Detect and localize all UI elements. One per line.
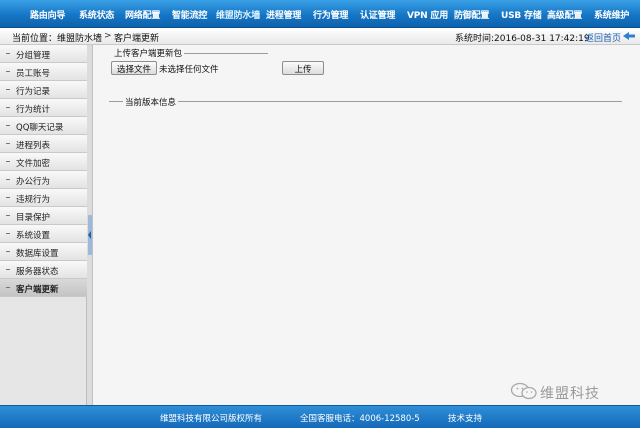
sidebar-item-database-settings[interactable]: 数据库设置 bbox=[0, 243, 87, 261]
dash-icon bbox=[6, 143, 10, 144]
sidebar-item-qq-chat-records[interactable]: QQ聊天记录 bbox=[0, 117, 87, 135]
sidebar-item-label: 违规行为 bbox=[16, 195, 51, 205]
breadcrumb-location: 当前位置：维盟防水墙 bbox=[12, 34, 103, 44]
footer-support-link[interactable]: 技术支持 bbox=[448, 412, 482, 424]
sidebar-item-label: 办公行为 bbox=[16, 177, 51, 187]
sidebar-item-employee-accounts[interactable]: 员工账号 bbox=[0, 63, 87, 81]
sidebar-item-system-settings[interactable]: 系统设置 bbox=[0, 225, 87, 243]
sidebar-item-server-status[interactable]: 服务器状态 bbox=[0, 261, 87, 279]
sidebar-item-behavior-stats[interactable]: 行为统计 bbox=[0, 99, 87, 117]
version-fieldset-line-right bbox=[192, 101, 622, 102]
dash-icon bbox=[6, 179, 10, 180]
breadcrumb-current: 客户端更新 bbox=[114, 34, 160, 44]
nav-item-system-maintenance[interactable]: 系统维护 bbox=[594, 8, 629, 21]
nav-item-smart-flow[interactable]: 智能流控 bbox=[172, 8, 207, 21]
sidebar-item-file-encryption[interactable]: 文件加密 bbox=[0, 153, 87, 171]
watermark-text: 维盟科技 bbox=[540, 386, 600, 402]
sidebar-item-label: 分组管理 bbox=[16, 51, 51, 61]
sidebar-item-behavior-records[interactable]: 行为记录 bbox=[0, 81, 87, 99]
sidebar-item-client-update[interactable]: 客户端更新 bbox=[0, 279, 87, 297]
sidebar-item-violations[interactable]: 违规行为 bbox=[0, 189, 87, 207]
sidebar-item-label: 系统设置 bbox=[16, 231, 51, 241]
nav-item-defense-config[interactable]: 防御配置 bbox=[454, 8, 489, 21]
nav-item-advanced-config[interactable]: 高级配置 bbox=[547, 8, 582, 21]
nav-item-auth-mgmt[interactable]: 认证管理 bbox=[360, 8, 395, 21]
dash-icon bbox=[6, 233, 10, 234]
nav-item-waterwall[interactable]: 维盟防水墙 bbox=[216, 8, 260, 21]
dash-icon bbox=[6, 269, 10, 270]
sidebar-item-label: 员工账号 bbox=[16, 69, 51, 79]
footer-copyright: 维盟科技有限公司版权所有 bbox=[160, 414, 263, 424]
dash-icon bbox=[6, 107, 10, 108]
dash-icon bbox=[6, 251, 10, 252]
home-link[interactable]: 返回首页 bbox=[585, 31, 621, 44]
sidebar-item-directory-protection[interactable]: 目录保护 bbox=[0, 207, 87, 225]
sidebar-item-label: 目录保护 bbox=[16, 213, 51, 223]
dash-icon bbox=[6, 89, 10, 90]
no-file-chosen-text: 未选择任何文件 bbox=[159, 65, 219, 75]
home-arrow-icon[interactable] bbox=[622, 31, 636, 41]
dash-icon bbox=[6, 125, 10, 126]
top-nav-bar: 路由向导 系统状态 网络配置 智能流控 维盟防水墙 进程管理 行为管理 认证管理… bbox=[0, 0, 640, 28]
sidebar-item-label: QQ聊天记录 bbox=[16, 123, 64, 133]
footer-bar: 维盟科技有限公司版权所有 全国客服电话：4006-12580-5 技术支持 bbox=[0, 405, 640, 428]
dash-icon bbox=[6, 53, 10, 54]
sidebar-item-label: 数据库设置 bbox=[16, 249, 59, 259]
system-time: 系统时间:2016-08-31 17:42:19 bbox=[455, 34, 590, 44]
sidebar-item-label: 文件加密 bbox=[16, 159, 51, 169]
sidebar-item-label: 进程列表 bbox=[16, 141, 51, 151]
wechat-logo-icon bbox=[510, 382, 537, 400]
dash-icon bbox=[6, 161, 10, 162]
dash-icon bbox=[6, 197, 10, 198]
nav-item-behavior-mgmt[interactable]: 行为管理 bbox=[313, 8, 348, 21]
choose-file-button[interactable]: 选择文件 bbox=[111, 61, 157, 75]
nav-item-route-wizard[interactable]: 路由向导 bbox=[30, 8, 65, 21]
collapse-arrow-icon[interactable] bbox=[88, 231, 91, 239]
nav-item-usb-storage[interactable]: USB 存储 bbox=[501, 8, 542, 21]
dash-icon bbox=[6, 287, 10, 288]
sidebar-item-label: 行为统计 bbox=[16, 105, 51, 115]
nav-item-system-status[interactable]: 系统状态 bbox=[79, 8, 114, 21]
version-section-legend: 当前版本信息 bbox=[123, 96, 179, 108]
sidebar-item-label: 服务器状态 bbox=[16, 267, 59, 277]
upload-button[interactable]: 上传 bbox=[282, 61, 324, 75]
dash-icon bbox=[6, 71, 10, 72]
nav-item-vpn[interactable]: VPN 应用 bbox=[407, 8, 448, 21]
sidebar-item-label: 行为记录 bbox=[16, 87, 51, 97]
sidebar-item-process-list[interactable]: 进程列表 bbox=[0, 135, 87, 153]
footer-hotline: 全国客服电话：4006-12580-5 bbox=[300, 414, 420, 424]
upload-section-legend: 上传客户端更新包 bbox=[112, 47, 185, 59]
sidebar-item-office-behavior[interactable]: 办公行为 bbox=[0, 171, 87, 189]
dash-icon bbox=[6, 215, 10, 216]
sidebar-item-label: 客户端更新 bbox=[16, 285, 59, 295]
nav-item-process-mgmt[interactable]: 进程管理 bbox=[266, 8, 301, 21]
sidebar-item-group-mgmt[interactable]: 分组管理 bbox=[0, 45, 87, 63]
breadcrumb-bar: 当前位置：维盟防水墙 > 客户端更新 系统时间:2016-08-31 17:42… bbox=[0, 28, 640, 45]
main-content: 上传客户端更新包 选择文件 未选择任何文件 上传 当前版本信息 bbox=[93, 45, 640, 405]
breadcrumb-arrow: > bbox=[104, 31, 112, 41]
sidebar: 分组管理 员工账号 行为记录 行为统计 QQ聊天记录 进程列表 文件加密 办公行… bbox=[0, 45, 87, 405]
nav-item-network-config[interactable]: 网络配置 bbox=[125, 8, 160, 21]
